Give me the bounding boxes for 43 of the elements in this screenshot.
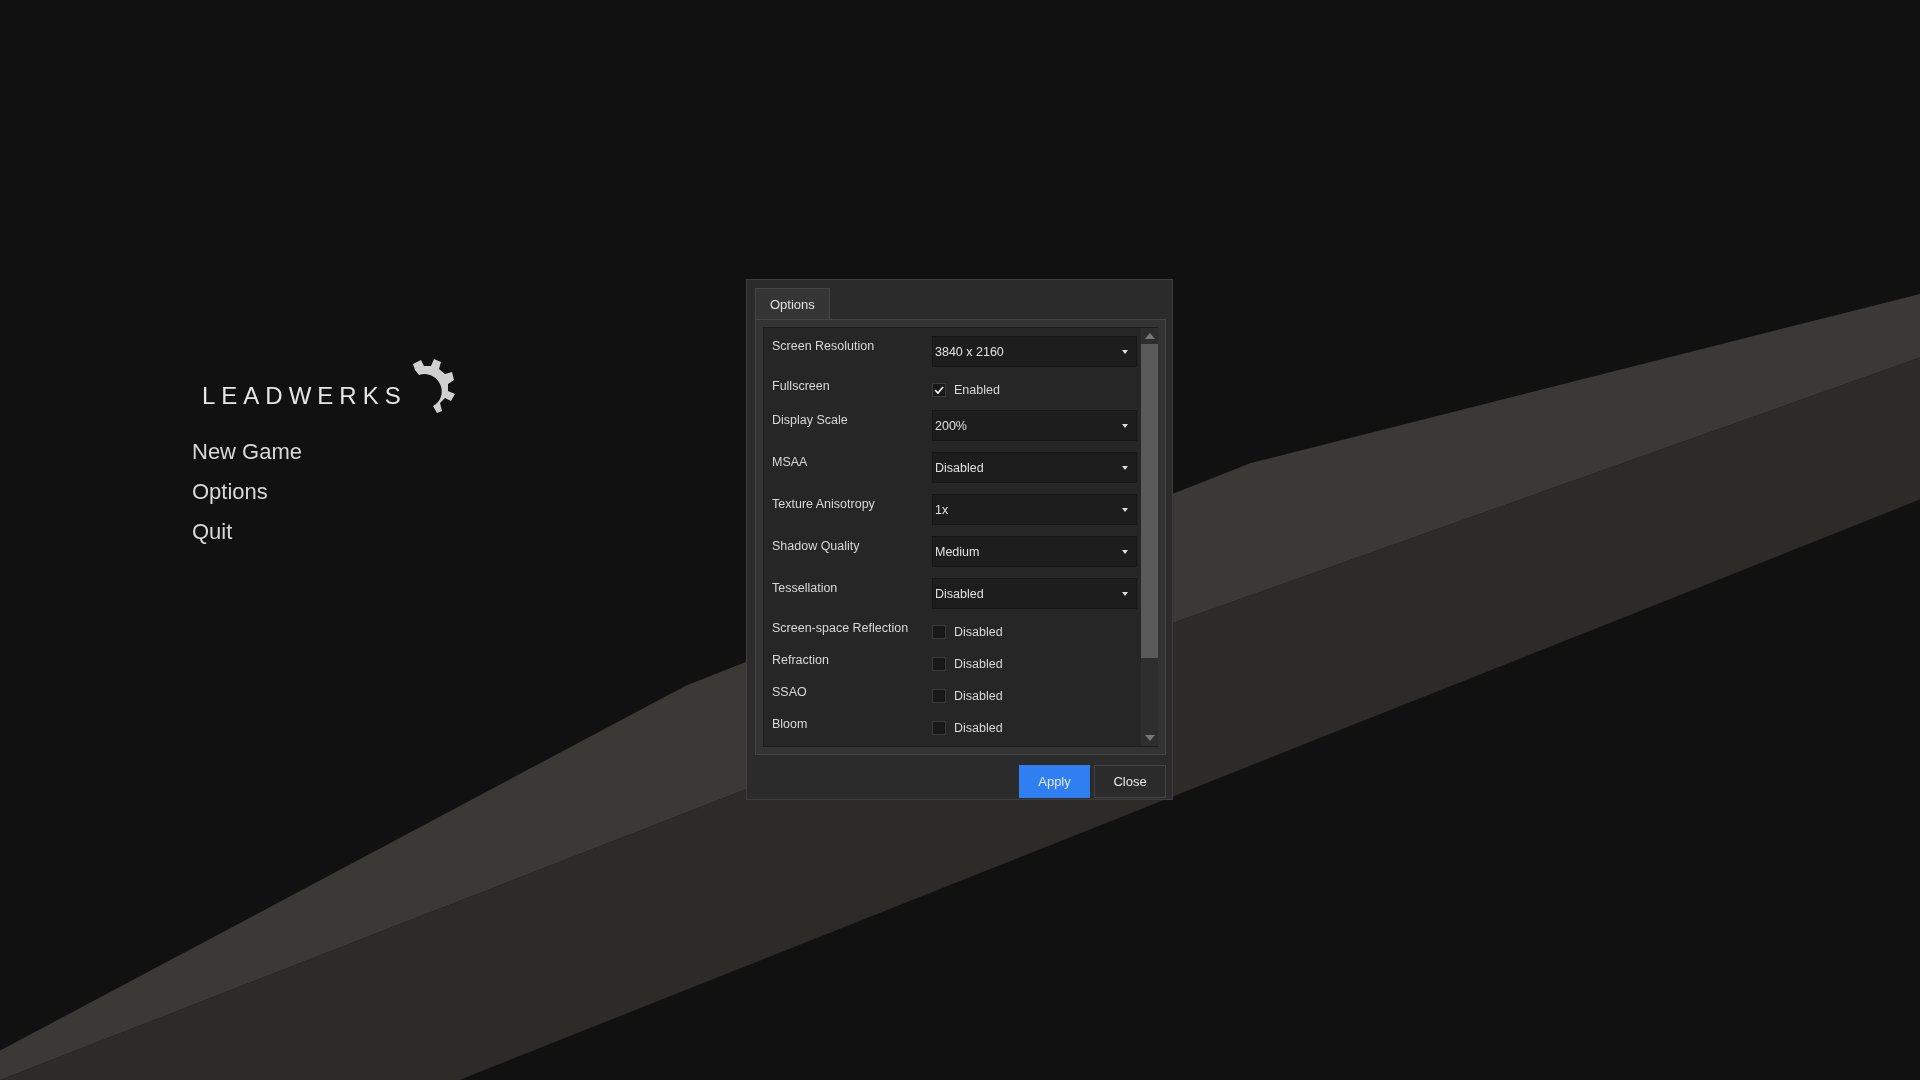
- checkbox[interactable]: [932, 625, 946, 639]
- caret-icon: [1122, 507, 1128, 512]
- setting-label: Bloom: [772, 716, 809, 733]
- checkbox[interactable]: [932, 657, 946, 671]
- logo-text: LEADWERKS: [202, 384, 407, 411]
- tab[interactable]: Options: [755, 288, 830, 319]
- checkbox[interactable]: [932, 689, 946, 703]
- setting-label: Screen Resolution: [772, 338, 876, 355]
- menu-item[interactable]: New Game: [192, 440, 303, 464]
- caret-icon: [1122, 465, 1128, 470]
- checkbox-label: Disabled: [954, 625, 1003, 639]
- scrollbar[interactable]: [1141, 328, 1158, 746]
- setting-label: Screen-space Reflection: [772, 620, 910, 637]
- checkbox-label: Enabled: [954, 383, 1000, 397]
- dropdown[interactable]: Medium: [932, 536, 1137, 567]
- setting-label: SSAO: [772, 684, 808, 701]
- setting-label: Shadow Quality: [772, 538, 861, 555]
- dropdown[interactable]: 3840 x 2160: [932, 336, 1137, 367]
- dropdown[interactable]: Disabled: [932, 578, 1137, 609]
- checkbox[interactable]: [932, 383, 946, 397]
- caret-icon: [1122, 423, 1128, 428]
- caret-icon: [1122, 591, 1128, 596]
- checkbox-label: Disabled: [954, 657, 1003, 671]
- checkbox-label: Disabled: [954, 689, 1003, 703]
- close-button[interactable]: Close: [1094, 765, 1166, 798]
- scrollbar-thumb[interactable]: [1141, 344, 1158, 658]
- setting-label: Fullscreen: [772, 378, 831, 395]
- checkbox-label: Disabled: [954, 721, 1003, 735]
- down-arrow-icon[interactable]: [1144, 735, 1155, 741]
- setting-label: MSAA: [772, 454, 809, 471]
- setting-label: Texture Anisotropy: [772, 496, 876, 513]
- checkbox[interactable]: [932, 721, 946, 735]
- dropdown[interactable]: 1x: [932, 494, 1137, 525]
- menu-item[interactable]: Quit: [192, 520, 233, 544]
- setting-label: Refraction: [772, 652, 830, 669]
- up-arrow-icon[interactable]: [1144, 333, 1155, 339]
- caret-icon: [1122, 349, 1128, 354]
- dropdown[interactable]: Disabled: [932, 452, 1137, 483]
- menu-item[interactable]: Options: [192, 480, 268, 504]
- setting-label: Tessellation: [772, 580, 839, 597]
- setting-label: Display Scale: [772, 412, 849, 429]
- caret-icon: [1122, 549, 1128, 554]
- dropdown[interactable]: 200%: [932, 410, 1137, 441]
